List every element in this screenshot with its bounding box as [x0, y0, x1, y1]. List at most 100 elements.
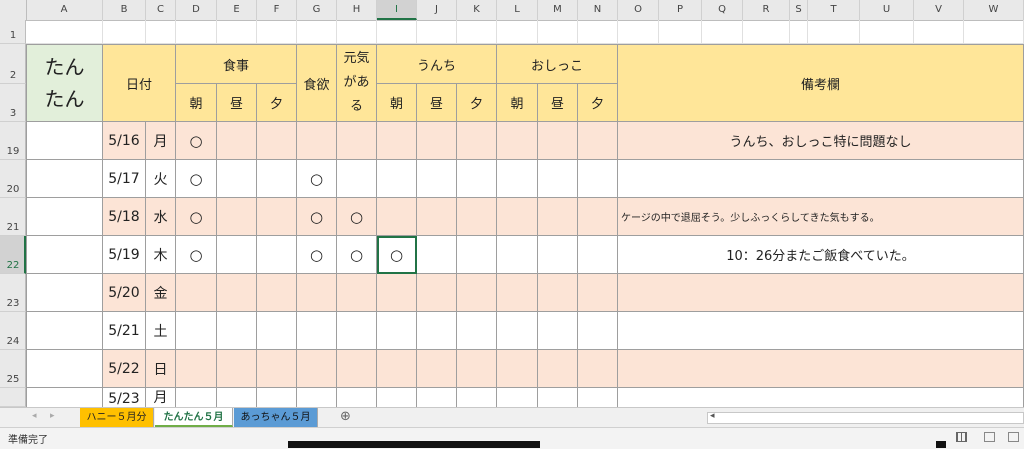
column-header-n[interactable]: N [578, 0, 618, 20]
meal-evening-header[interactable]: 夕 [257, 84, 297, 122]
notes-cell[interactable]: 10：26分またご飯食べていた。 [618, 236, 1024, 274]
weekday-cell[interactable]: 土 [146, 312, 176, 350]
notes-cell[interactable] [618, 350, 1024, 388]
grid-cell[interactable] [417, 20, 457, 44]
record-cell[interactable] [538, 160, 578, 198]
horizontal-scrollbar[interactable]: ◂ [707, 411, 1024, 424]
record-cell[interactable] [417, 236, 457, 274]
record-cell[interactable] [457, 122, 497, 160]
record-cell[interactable] [578, 350, 618, 388]
record-cell[interactable] [538, 350, 578, 388]
record-cell[interactable]: ○ [176, 236, 217, 274]
record-cell[interactable] [457, 274, 497, 312]
weekday-cell[interactable]: 火 [146, 160, 176, 198]
grid-cell[interactable] [578, 20, 618, 44]
record-cell[interactable] [217, 312, 257, 350]
record-cell[interactable] [297, 312, 337, 350]
meal-header[interactable]: 食事 [176, 44, 297, 84]
column-header-g[interactable]: G [297, 0, 337, 20]
pet-name-cell[interactable]: たん たん [26, 44, 103, 122]
normal-view-icon[interactable] [956, 432, 967, 442]
record-cell[interactable] [257, 198, 297, 236]
date-header[interactable]: 日付 [103, 44, 176, 122]
grid-cell[interactable] [538, 20, 578, 44]
record-cell[interactable] [578, 274, 618, 312]
record-cell[interactable] [217, 198, 257, 236]
record-cell[interactable] [497, 122, 538, 160]
column-header-f[interactable]: F [257, 0, 297, 20]
column-header-j[interactable]: J [417, 0, 457, 20]
grid-cell[interactable] [790, 20, 808, 44]
record-cell[interactable] [417, 160, 457, 198]
column-header-o[interactable]: O [618, 0, 659, 20]
select-all-corner[interactable] [0, 0, 27, 20]
row-header-25[interactable]: 25 [0, 350, 26, 388]
record-cell[interactable] [497, 236, 538, 274]
row-header-1[interactable]: 1 [0, 20, 26, 44]
record-cell[interactable] [257, 122, 297, 160]
pee-morning-header[interactable]: 朝 [497, 84, 538, 122]
add-sheet-button[interactable]: ⊕ [340, 409, 351, 424]
record-cell[interactable] [457, 160, 497, 198]
record-cell[interactable] [578, 236, 618, 274]
name-column-cell[interactable] [26, 312, 103, 350]
record-cell[interactable] [176, 312, 217, 350]
row-header-23[interactable]: 23 [0, 274, 26, 312]
weekday-cell[interactable]: 金 [146, 274, 176, 312]
record-cell[interactable] [257, 350, 297, 388]
notes-cell[interactable] [618, 388, 1024, 407]
record-cell[interactable] [377, 312, 417, 350]
record-cell[interactable] [337, 388, 377, 407]
record-cell[interactable] [337, 312, 377, 350]
record-cell[interactable] [457, 198, 497, 236]
date-cell[interactable]: 5/19 [103, 236, 146, 274]
record-cell[interactable] [176, 388, 217, 407]
name-column-cell[interactable] [26, 122, 103, 160]
record-cell[interactable] [497, 160, 538, 198]
record-cell[interactable] [257, 312, 297, 350]
record-cell[interactable] [457, 350, 497, 388]
date-cell[interactable]: 5/21 [103, 312, 146, 350]
record-cell[interactable] [497, 388, 538, 407]
grid-cell[interactable] [26, 20, 103, 44]
column-header-r[interactable]: R [743, 0, 790, 20]
poop-header[interactable]: うんち [377, 44, 497, 84]
record-cell[interactable] [457, 388, 497, 407]
record-cell[interactable] [217, 122, 257, 160]
record-cell[interactable] [497, 312, 538, 350]
pee-noon-header[interactable]: 昼 [538, 84, 578, 122]
grid-cell[interactable] [702, 20, 743, 44]
date-cell[interactable]: 5/20 [103, 274, 146, 312]
column-header-w[interactable]: W [964, 0, 1024, 20]
grid-cell[interactable] [257, 20, 297, 44]
poop-evening-header[interactable]: 夕 [457, 84, 497, 122]
record-cell[interactable] [417, 274, 457, 312]
record-cell[interactable] [538, 388, 578, 407]
column-header-i[interactable]: I [377, 0, 417, 20]
grid-cell[interactable] [103, 20, 146, 44]
page-break-icon[interactable] [1008, 432, 1019, 442]
row-header-19[interactable]: 19 [0, 122, 26, 160]
weekday-cell[interactable]: 水 [146, 198, 176, 236]
active-cell[interactable]: ○ [377, 236, 417, 274]
page-layout-icon[interactable] [984, 432, 995, 442]
record-cell[interactable] [337, 160, 377, 198]
column-header-h[interactable]: H [337, 0, 377, 20]
column-header-u[interactable]: U [860, 0, 914, 20]
column-header-v[interactable]: V [914, 0, 964, 20]
column-header-b[interactable]: B [103, 0, 146, 20]
record-cell[interactable] [497, 274, 538, 312]
grid-cell[interactable] [497, 20, 538, 44]
pee-header[interactable]: おしっこ [497, 44, 618, 84]
date-cell[interactable]: 5/22 [103, 350, 146, 388]
grid-cell[interactable] [176, 20, 217, 44]
notes-cell[interactable]: ケージの中で退屈そう。少しふっくらしてきた気もする。 [618, 198, 1024, 236]
record-cell[interactable] [217, 160, 257, 198]
grid-cell[interactable] [297, 20, 337, 44]
row-header-2[interactable]: 2 [0, 44, 26, 84]
energy-header[interactable]: 元気 がある [337, 44, 377, 122]
record-cell[interactable] [578, 312, 618, 350]
scroll-right-icon[interactable]: ▸ [50, 411, 55, 421]
record-cell[interactable] [217, 274, 257, 312]
record-cell[interactable] [457, 236, 497, 274]
